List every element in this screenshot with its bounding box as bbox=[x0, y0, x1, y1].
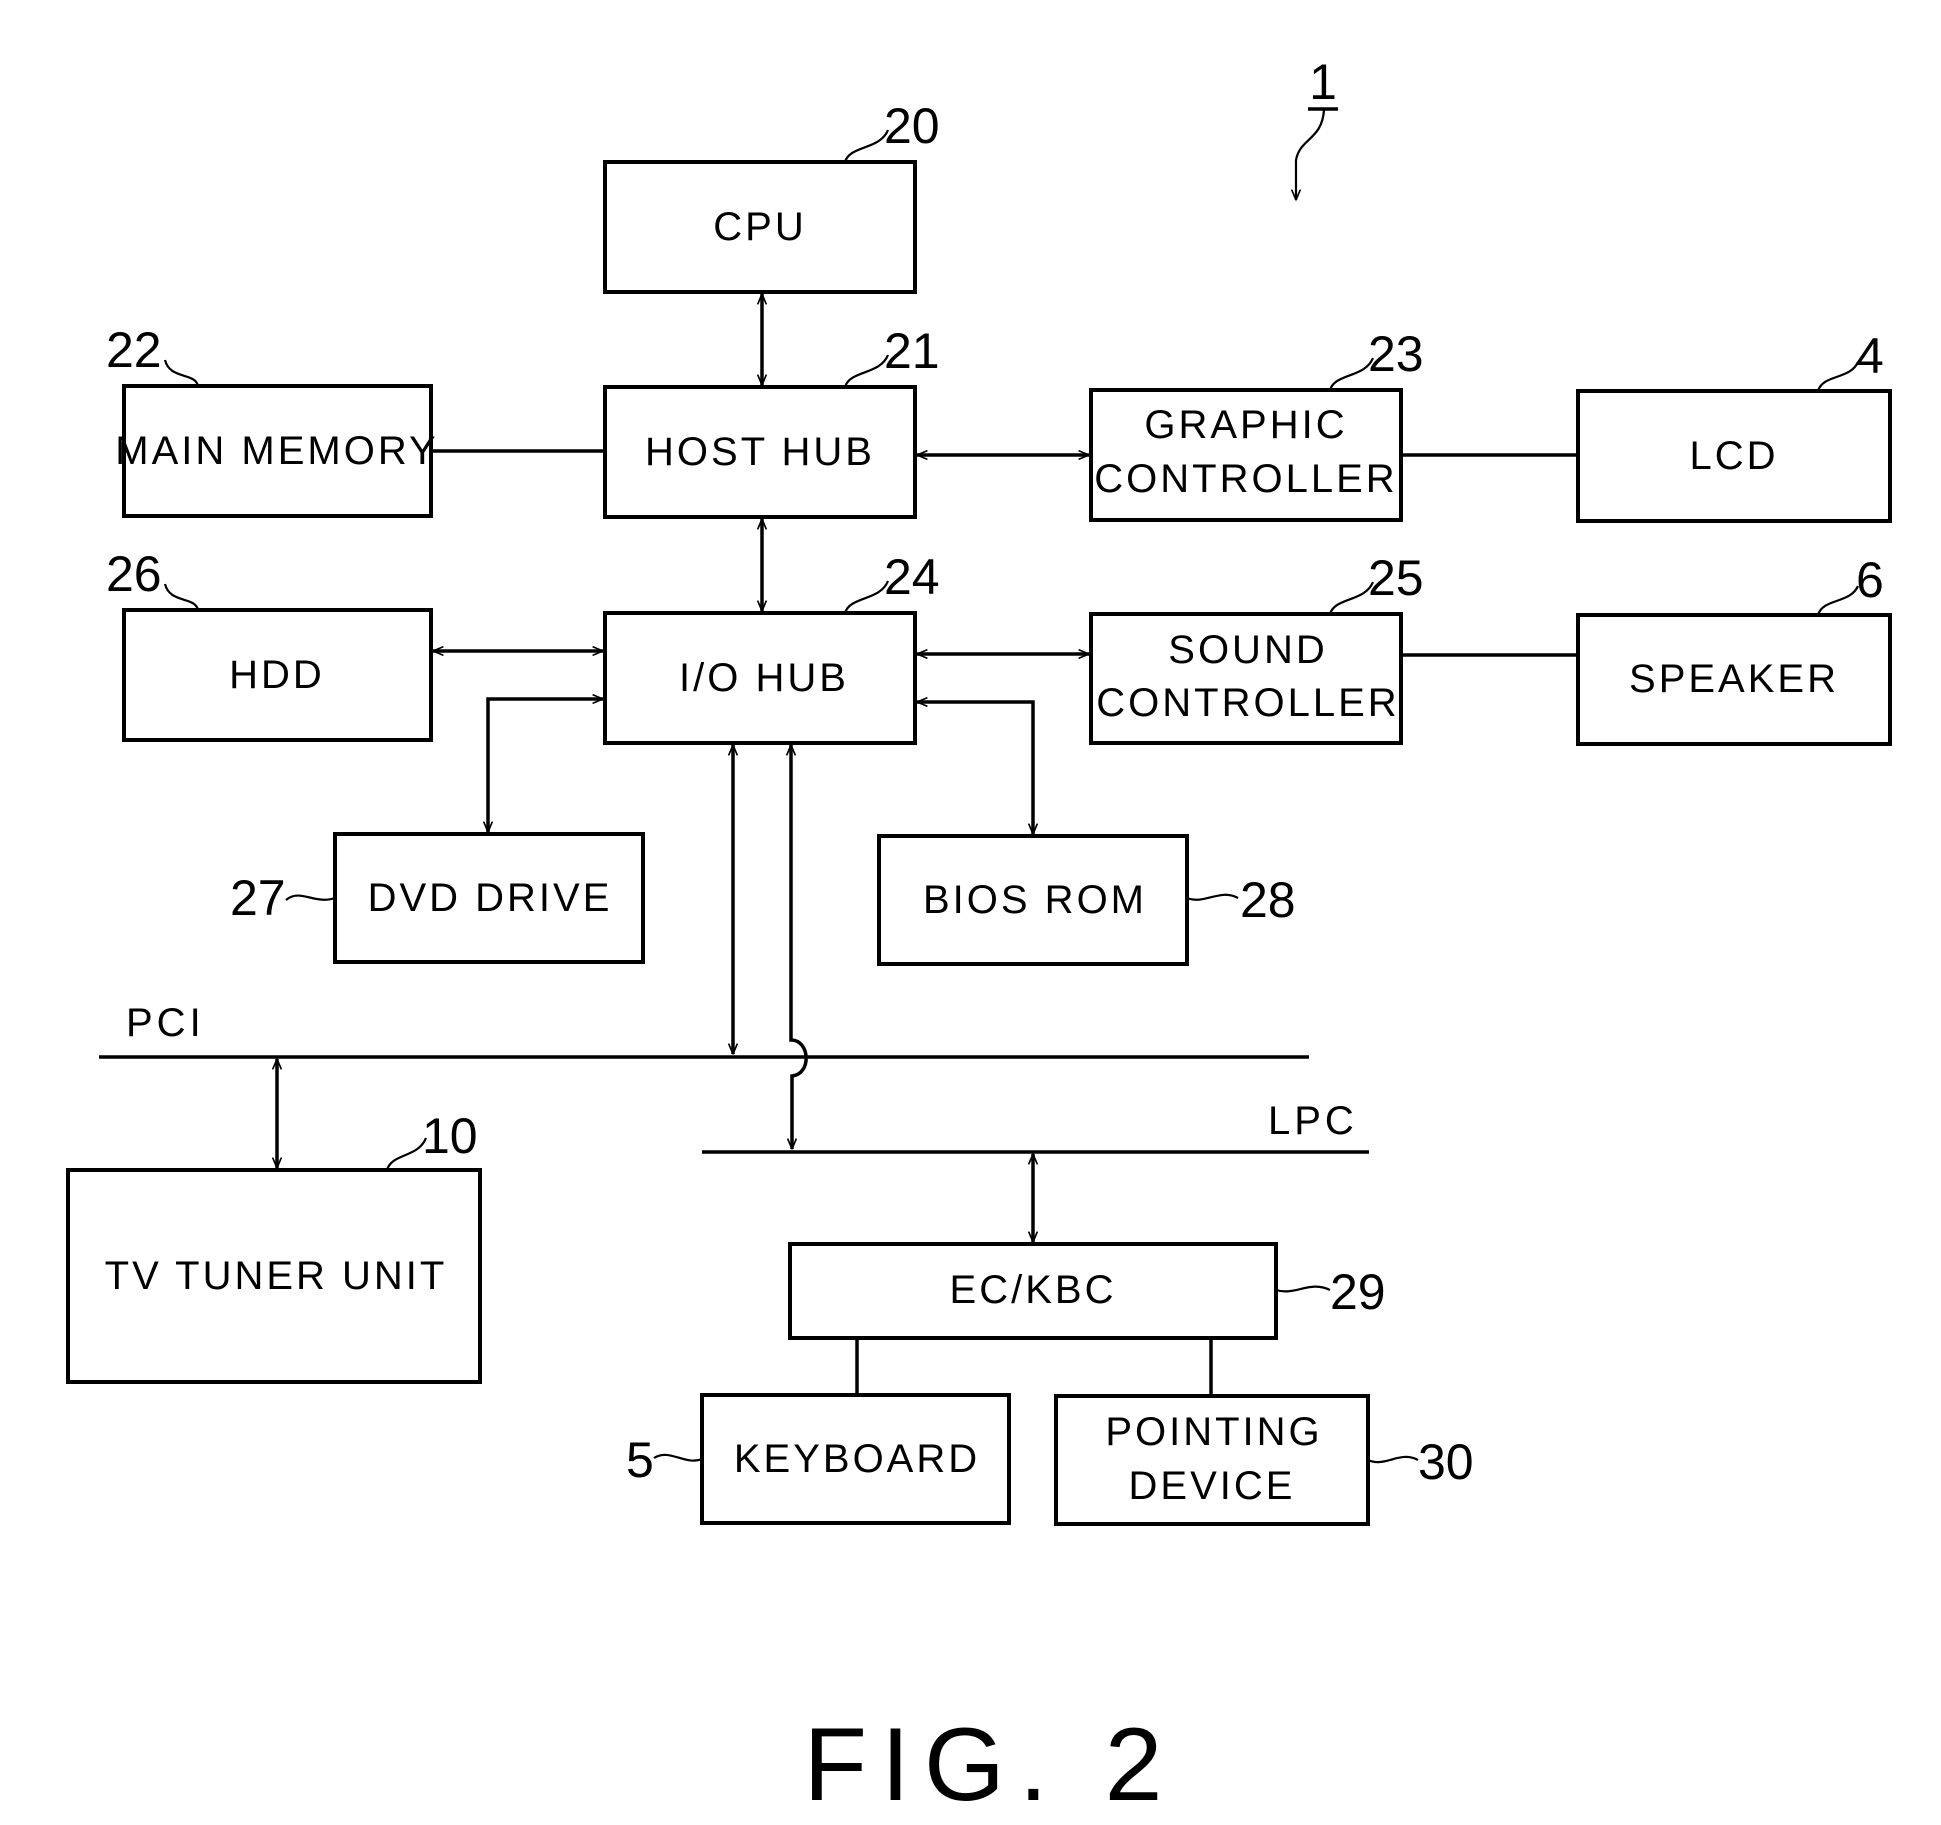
block-label: KEYBOARD bbox=[734, 1437, 980, 1481]
block-label: CPU bbox=[713, 205, 806, 249]
block-label: I/O HUB bbox=[679, 656, 849, 700]
block-label-line-2: CONTROLLER bbox=[1096, 681, 1399, 725]
system-reference: 1 bbox=[1296, 54, 1338, 200]
block-label-line-1: POINTING bbox=[1105, 1410, 1322, 1454]
block-cpu: CPU 20 bbox=[603, 98, 940, 294]
block-keyboard: KEYBOARD 5 bbox=[626, 1393, 1011, 1525]
block-sound-controller: SOUND CONTROLLER 25 bbox=[1089, 550, 1424, 745]
ref-number: 5 bbox=[626, 1432, 654, 1488]
ref-number: 10 bbox=[422, 1108, 478, 1164]
block-speaker: SPEAKER 6 bbox=[1576, 552, 1892, 746]
block-label-line-1: GRAPHIC bbox=[1144, 403, 1347, 447]
block-label-line-2: CONTROLLER bbox=[1094, 457, 1397, 501]
ref-number: 21 bbox=[884, 323, 940, 379]
block-label: HDD bbox=[229, 653, 325, 697]
block-dvd-drive: DVD DRIVE 27 bbox=[230, 832, 645, 964]
block-label: BIOS ROM bbox=[923, 878, 1147, 922]
ref-number: 28 bbox=[1240, 872, 1296, 928]
ref-number: 29 bbox=[1330, 1264, 1386, 1320]
ref-number: 26 bbox=[106, 546, 162, 602]
ref-number: 22 bbox=[106, 322, 162, 378]
pci-bus-label: PCI bbox=[126, 1001, 205, 1045]
block-label: EC/KBC bbox=[950, 1268, 1117, 1312]
block-label: HOST HUB bbox=[645, 430, 875, 474]
ref-number: 24 bbox=[884, 549, 940, 605]
lpc-bus-label: LPC bbox=[1268, 1099, 1358, 1143]
block-label: SPEAKER bbox=[1629, 657, 1839, 701]
ref-number: 4 bbox=[1856, 328, 1884, 384]
iohub-lpc-link bbox=[791, 745, 808, 1149]
ref-number: 30 bbox=[1418, 1434, 1474, 1490]
block-label-line-1: SOUND bbox=[1168, 628, 1327, 672]
block-tv-tuner-unit: TV TUNER UNIT 10 bbox=[66, 1108, 482, 1384]
block-label-line-2: DEVICE bbox=[1129, 1464, 1296, 1508]
block-label: LCD bbox=[1689, 434, 1778, 478]
block-ec-kbc: EC/KBC 29 bbox=[788, 1242, 1386, 1340]
block-label: MAIN MEMORY bbox=[115, 429, 438, 473]
iohub-bios-link bbox=[917, 702, 1033, 834]
iohub-dvd-link bbox=[488, 699, 603, 832]
ref-number: 6 bbox=[1856, 552, 1884, 608]
ref-number: 23 bbox=[1368, 326, 1424, 382]
block-lcd: LCD 4 bbox=[1576, 328, 1892, 523]
block-pointing-device: POINTING DEVICE 30 bbox=[1054, 1394, 1474, 1526]
block-graphic-controller: GRAPHIC CONTROLLER 23 bbox=[1089, 326, 1424, 522]
ref-number: 20 bbox=[884, 98, 940, 154]
system-ref-arrow-icon bbox=[1296, 109, 1326, 200]
block-diagram: 1 PCI LPC CPU 20 HOST HUB 21 MAIN MEMORY… bbox=[66, 54, 1892, 1823]
ref-number: 25 bbox=[1368, 550, 1424, 606]
block-label: TV TUNER UNIT bbox=[105, 1254, 448, 1298]
block-host-hub: HOST HUB 21 bbox=[603, 323, 940, 519]
block-io-hub: I/O HUB 24 bbox=[603, 549, 940, 745]
system-ref-number: 1 bbox=[1309, 54, 1337, 110]
block-bios-rom: BIOS ROM 28 bbox=[877, 834, 1296, 966]
ref-number: 27 bbox=[230, 870, 286, 926]
block-main-memory: MAIN MEMORY 22 bbox=[106, 322, 438, 518]
block-label: DVD DRIVE bbox=[368, 876, 613, 920]
figure-caption: FIG. 2 bbox=[804, 1707, 1177, 1823]
block-hdd: HDD 26 bbox=[106, 546, 433, 742]
